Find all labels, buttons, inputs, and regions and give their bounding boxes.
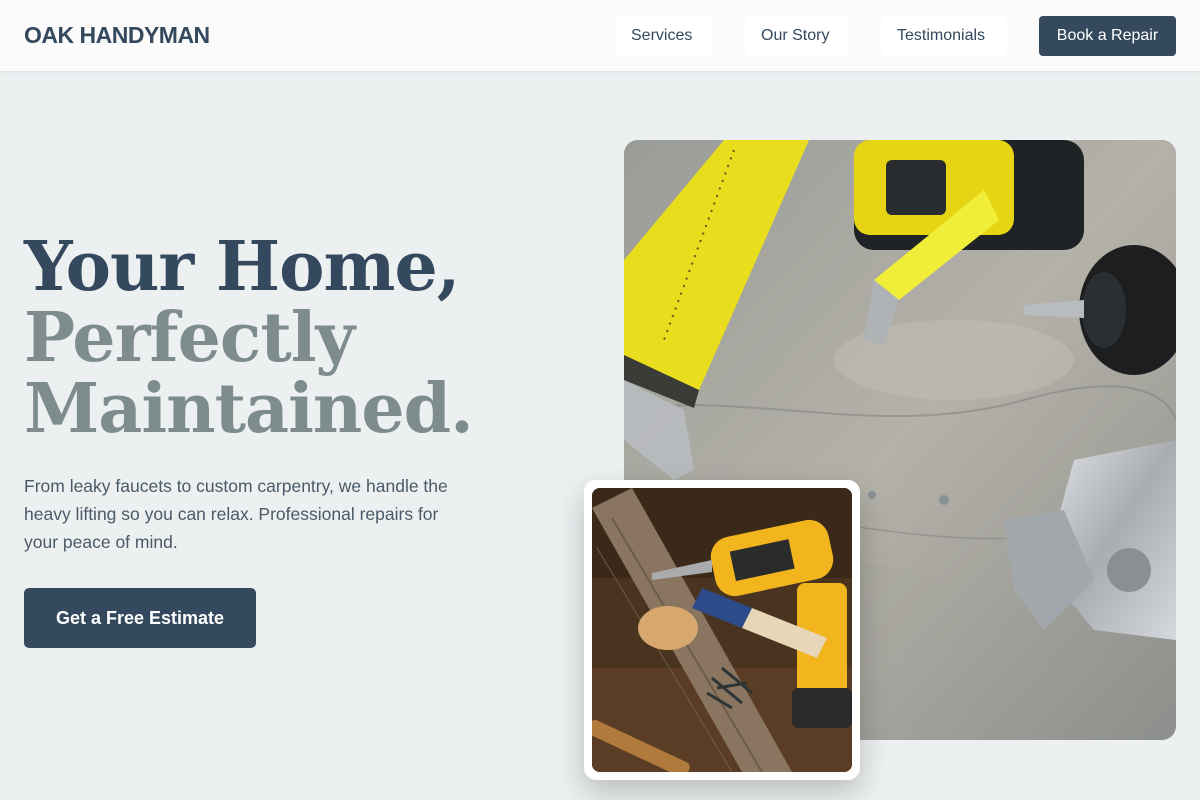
- headline-line-3: Maintained.: [24, 369, 474, 449]
- nav-testimonials[interactable]: Testimonials: [881, 16, 1007, 56]
- drill-wood-image: [592, 488, 852, 772]
- drill-and-wood-illustration: [592, 488, 852, 772]
- headline-line-2: Perfectly: [24, 298, 355, 378]
- nav-services[interactable]: Services: [615, 16, 713, 56]
- site-header: OAK HANDYMAN Services Our Story Testimon…: [0, 0, 1200, 72]
- hero-headline: Your Home, Perfectly Maintained.: [24, 227, 474, 449]
- book-repair-button[interactable]: Book a Repair: [1039, 16, 1176, 56]
- brand-logo[interactable]: OAK HANDYMAN: [24, 22, 210, 49]
- hero-description: From leaky faucets to custom carpentry, …: [24, 476, 448, 552]
- free-estimate-button[interactable]: Get a Free Estimate: [24, 588, 256, 648]
- nav-our-story[interactable]: Our Story: [745, 16, 849, 56]
- headline-line-1: Your Home,: [24, 227, 460, 307]
- inset-image-frame: [584, 480, 860, 780]
